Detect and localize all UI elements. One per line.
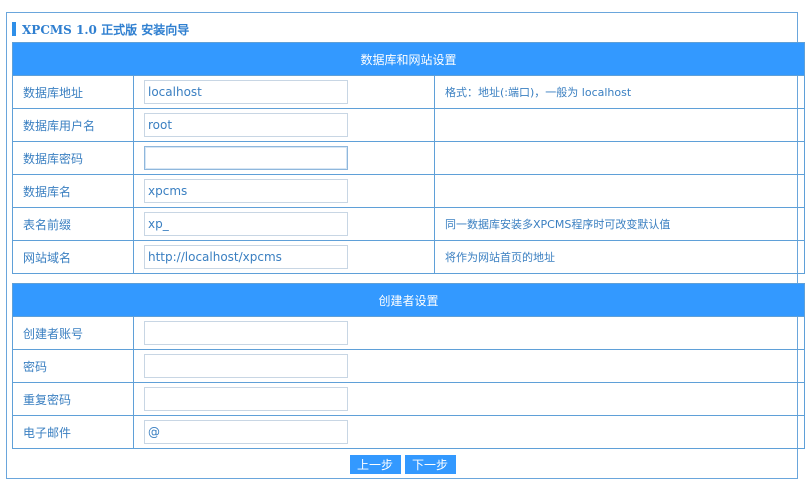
page-title: XPCMS 1.0 正式版 安装向导 (12, 22, 190, 37)
wizard-buttons: 上一步 下一步 (0, 455, 805, 474)
table-prefix-label: 表名前缀 (12, 207, 134, 241)
db-name-label: 数据库名 (12, 174, 134, 208)
form-row-table-prefix: 表名前缀 xp_ 同一数据库安装多XPCMS程序时可改变默认值 (12, 207, 805, 241)
form-row-admin-account: 创建者账号 (12, 316, 805, 350)
db-section-header: 数据库和网站设置 (11, 42, 805, 76)
db-password-input[interactable] (144, 146, 348, 170)
db-user-hint (433, 108, 805, 142)
admin-settings-table: 创建者设置 创建者账号 密码 重复密码 电子邮件 @ (11, 283, 805, 449)
form-row-admin-password: 密码 (12, 349, 805, 383)
db-host-hint: 格式：地址(:端口)，一般为 localhost (433, 75, 805, 109)
db-host-label: 数据库地址 (12, 75, 134, 109)
db-password-hint (433, 141, 805, 175)
admin-section-header: 创建者设置 (11, 283, 805, 317)
admin-section-title: 创建者设置 (11, 283, 805, 317)
admin-account-label: 创建者账号 (12, 316, 134, 350)
form-row-db-password: 数据库密码 (12, 141, 805, 175)
admin-password-repeat-label: 重复密码 (12, 382, 134, 416)
admin-password-label: 密码 (12, 349, 134, 383)
admin-email-label: 电子邮件 (12, 415, 134, 449)
table-prefix-hint: 同一数据库安装多XPCMS程序时可改变默认值 (433, 207, 805, 241)
form-row-admin-email: 电子邮件 @ (12, 415, 805, 449)
site-domain-input[interactable]: http://localhost/xpcms (144, 245, 348, 269)
form-row-db-name: 数据库名 xpcms (12, 174, 805, 208)
site-domain-hint: 将作为网站首页的地址 (433, 240, 805, 274)
page-title-text: XPCMS 1.0 正式版 安装向导 (22, 22, 190, 37)
admin-email-input[interactable]: @ (144, 420, 348, 444)
db-host-input[interactable]: localhost (144, 80, 348, 104)
form-row-db-host: 数据库地址 localhost 格式：地址(:端口)，一般为 localhost (12, 75, 805, 109)
db-section-title: 数据库和网站设置 (11, 42, 805, 76)
db-password-label: 数据库密码 (12, 141, 134, 175)
db-user-input[interactable]: root (144, 113, 348, 137)
table-prefix-input[interactable]: xp_ (144, 212, 348, 236)
title-marker (12, 22, 16, 36)
admin-account-input[interactable] (144, 321, 348, 345)
db-name-hint (433, 174, 805, 208)
prev-step-button[interactable]: 上一步 (349, 455, 401, 474)
admin-password-input[interactable] (144, 354, 348, 378)
db-name-input[interactable]: xpcms (144, 179, 348, 203)
form-row-db-user: 数据库用户名 root (12, 108, 805, 142)
admin-password-repeat-input[interactable] (144, 387, 348, 411)
next-step-button[interactable]: 下一步 (404, 455, 456, 474)
form-row-admin-password-repeat: 重复密码 (12, 382, 805, 416)
site-domain-label: 网站域名 (12, 240, 134, 274)
db-settings-table: 数据库和网站设置 数据库地址 localhost 格式：地址(:端口)，一般为 … (11, 42, 805, 274)
form-row-site-domain: 网站域名 http://localhost/xpcms 将作为网站首页的地址 (12, 240, 805, 274)
db-user-label: 数据库用户名 (12, 108, 134, 142)
